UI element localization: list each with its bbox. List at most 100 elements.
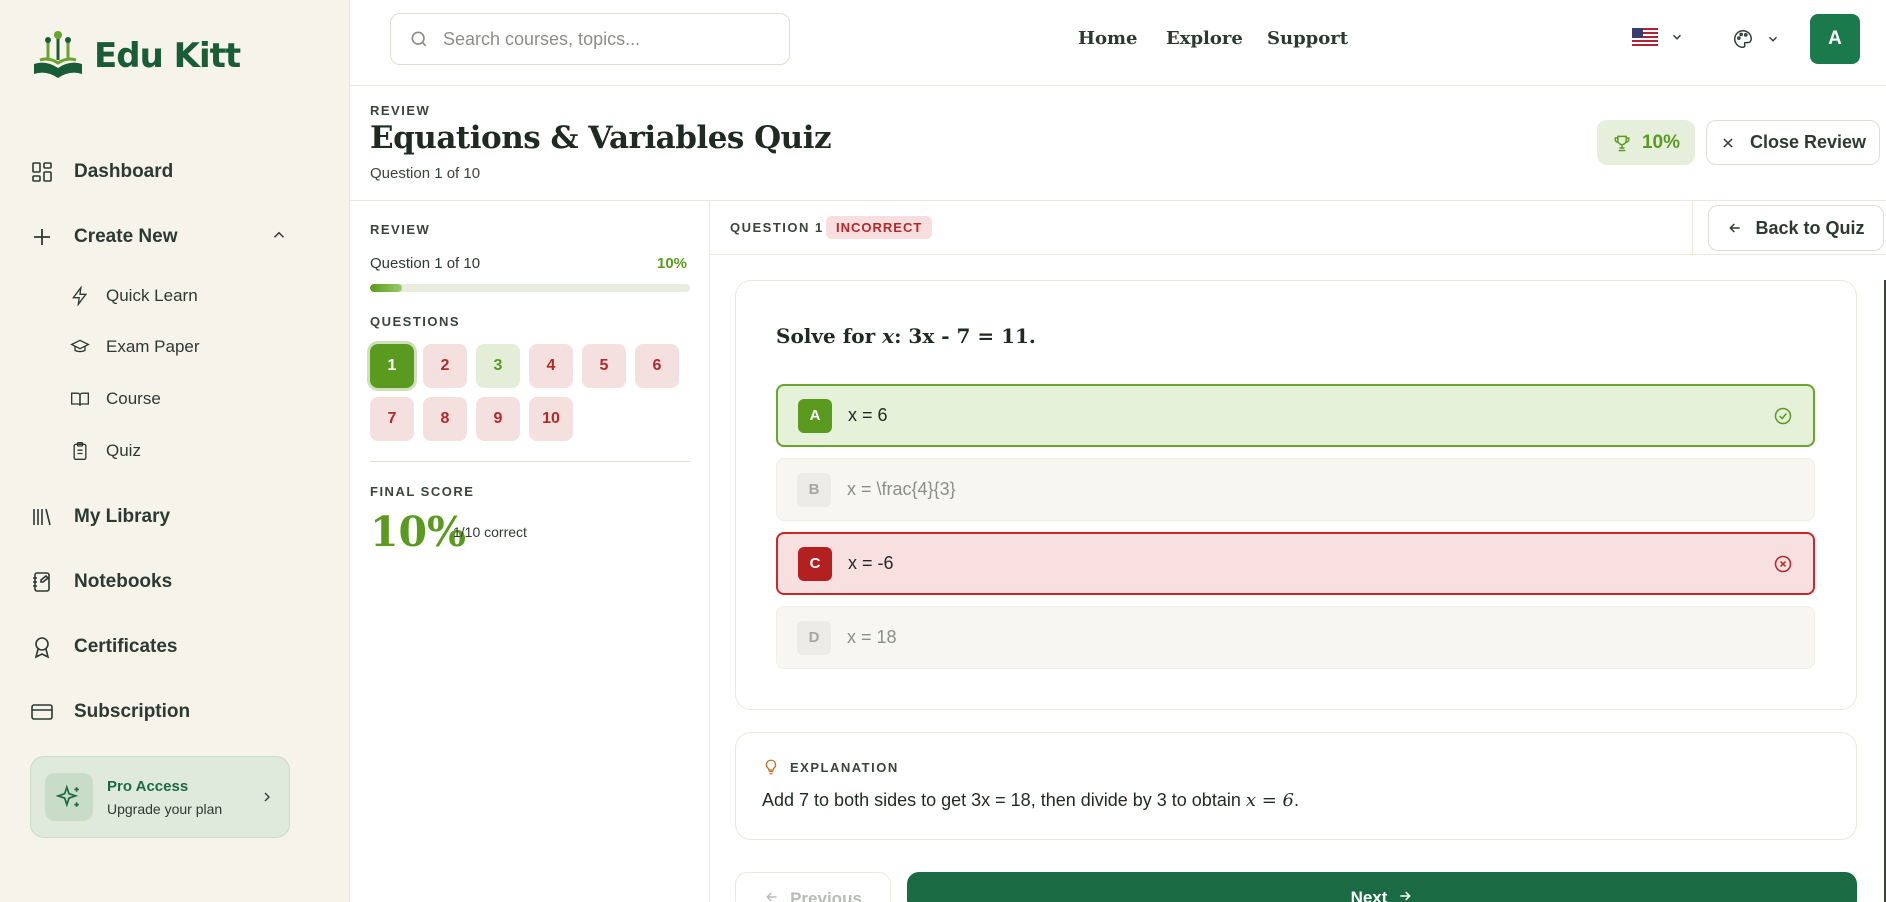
- nav-home[interactable]: Home: [1078, 28, 1138, 49]
- graduation-cap-icon: [70, 339, 90, 353]
- explanation-label: EXPLANATION: [790, 759, 899, 775]
- sidebar-item-label: Create New: [74, 226, 178, 247]
- nav-support[interactable]: Support: [1267, 28, 1348, 49]
- sidebar-subitem-course[interactable]: Course: [70, 389, 161, 409]
- sidebar-subitem-label: Course: [106, 389, 161, 408]
- logo[interactable]: Edu Kitt: [30, 30, 241, 82]
- theme-selector[interactable]: [1732, 28, 1780, 50]
- sidebar-item-label: Notebooks: [74, 571, 173, 592]
- option-b[interactable]: B x = \frac{4}{3}: [776, 458, 1815, 521]
- question-nav-button[interactable]: 6: [635, 344, 679, 388]
- trophy-icon: [1614, 135, 1630, 151]
- explanation-math: x = 6: [1245, 790, 1294, 811]
- questions-label: QUESTIONS: [370, 314, 461, 329]
- chevron-down-icon: [1769, 36, 1777, 42]
- question-nav-button[interactable]: 9: [476, 397, 520, 441]
- sidebar-item-certificates[interactable]: Certificates: [30, 635, 178, 659]
- option-letter: A: [798, 398, 832, 433]
- arrow-right-icon: [1400, 891, 1412, 901]
- lightning-icon: [72, 286, 88, 306]
- question-variable: x: [882, 324, 895, 348]
- sidebar-item-label: Subscription: [74, 701, 191, 722]
- sidebar-subitem-label: Quick Learn: [106, 286, 198, 305]
- question-nav-button[interactable]: 1: [370, 344, 414, 388]
- question-nav-button[interactable]: 5: [582, 344, 626, 388]
- arrow-left-icon: [766, 892, 777, 902]
- sidebar-subitem-exam-paper[interactable]: Exam Paper: [70, 337, 200, 357]
- chevron-up-icon[interactable]: [270, 226, 288, 244]
- sidebar-subitem-label: Exam Paper: [106, 337, 200, 356]
- next-button[interactable]: Next: [907, 872, 1857, 902]
- sidebar-item-label: My Library: [74, 506, 171, 527]
- pro-access-card[interactable]: Pro Access Upgrade your plan: [30, 756, 290, 838]
- credit-card-icon: [31, 704, 53, 720]
- review-eyebrow: REVIEW: [370, 222, 431, 237]
- explanation-text: Add 7 to both sides to get 3x = 18, then…: [762, 790, 1299, 811]
- option-letter: B: [797, 472, 831, 507]
- sidebar-subitem-quiz[interactable]: Quiz: [70, 441, 141, 461]
- question-nav-button[interactable]: 4: [529, 344, 573, 388]
- topbar: Search courses, topics... Home Explore S…: [350, 0, 1886, 86]
- final-correct-count: 1/10 correct: [453, 524, 527, 540]
- final-score-label: FINAL SCORE: [370, 484, 475, 499]
- sidebar-subitem-quick-learn[interactable]: Quick Learn: [70, 286, 198, 306]
- divider: [370, 461, 690, 462]
- language-selector[interactable]: [1632, 28, 1684, 46]
- explanation-body: Add 7 to both sides to get 3x = 18, then…: [762, 790, 1246, 810]
- next-label: Next: [1350, 888, 1388, 902]
- us-flag-icon: [1632, 28, 1658, 46]
- book-open-icon: [71, 392, 89, 406]
- sidebar-item-my-library[interactable]: My Library: [30, 505, 170, 529]
- option-text: x = 18: [847, 627, 897, 647]
- logo-icon: [34, 31, 82, 78]
- explanation-card: [735, 732, 1857, 840]
- question-count: Question 1 of 10: [370, 255, 481, 272]
- close-review-label: Close Review: [1749, 132, 1867, 152]
- explanation-end: .: [1293, 790, 1299, 810]
- x-circle-icon: [1774, 555, 1792, 572]
- previous-label: Previous: [790, 889, 862, 902]
- question-nav-button[interactable]: 2: [423, 344, 467, 388]
- pro-subtitle: Upgrade your plan: [107, 800, 223, 817]
- option-text: x = 6: [848, 405, 888, 425]
- award-icon: [34, 637, 50, 659]
- sidebar-item-label: Dashboard: [74, 161, 174, 182]
- back-to-quiz-button[interactable]: Back to Quiz: [1708, 205, 1884, 251]
- search-input[interactable]: Search courses, topics...: [390, 13, 790, 65]
- question-nav-button[interactable]: 8: [423, 397, 467, 441]
- question-prefix: Solve for: [776, 324, 883, 348]
- option-a[interactable]: A x = 6: [776, 384, 1815, 447]
- clipboard-icon: [73, 442, 87, 460]
- page-subtitle: Question 1 of 10: [370, 165, 481, 182]
- option-text: x = -6: [848, 553, 894, 573]
- option-letter: D: [797, 620, 831, 655]
- progress-bar: [370, 284, 690, 292]
- option-d[interactable]: D x = 18: [776, 606, 1815, 669]
- back-to-quiz-label: Back to Quiz: [1755, 217, 1865, 238]
- search-icon: [411, 31, 427, 47]
- search-placeholder: Search courses, topics...: [443, 28, 641, 49]
- sidebar-subitem-label: Quiz: [106, 441, 141, 460]
- library-icon: [33, 508, 51, 526]
- question-nav-button[interactable]: 3: [476, 344, 520, 388]
- palette-icon: [1734, 30, 1752, 48]
- sidebar: Edu Kitt Dashboard Create New Quick Lear…: [0, 0, 350, 902]
- sidebar-item-notebooks[interactable]: Notebooks: [30, 570, 172, 594]
- option-c[interactable]: C x = -6: [776, 532, 1815, 595]
- question-label: QUESTION 1: [730, 220, 824, 235]
- sidebar-item-create-new[interactable]: Create New: [30, 225, 178, 249]
- question-grid: 1 2 3 4 5 6 7 8 9 10: [370, 344, 690, 441]
- question-nav-button[interactable]: 10: [529, 397, 573, 441]
- nav-explore[interactable]: Explore: [1166, 28, 1243, 49]
- previous-button[interactable]: Previous: [735, 872, 891, 902]
- avatar[interactable]: A: [1810, 14, 1860, 64]
- question-nav-button[interactable]: 7: [370, 397, 414, 441]
- status-badge: INCORRECT: [826, 216, 933, 239]
- check-circle-icon: [1774, 407, 1792, 424]
- option-text: x = \frac{4}{3}: [847, 479, 956, 499]
- sidebar-item-dashboard[interactable]: Dashboard: [30, 160, 173, 184]
- explanation-header: EXPLANATION: [762, 757, 899, 777]
- close-review-button[interactable]: Close Review: [1706, 120, 1880, 165]
- question-suffix: : 3x - 7 = 11.: [894, 324, 1036, 348]
- sidebar-item-subscription[interactable]: Subscription: [30, 700, 190, 724]
